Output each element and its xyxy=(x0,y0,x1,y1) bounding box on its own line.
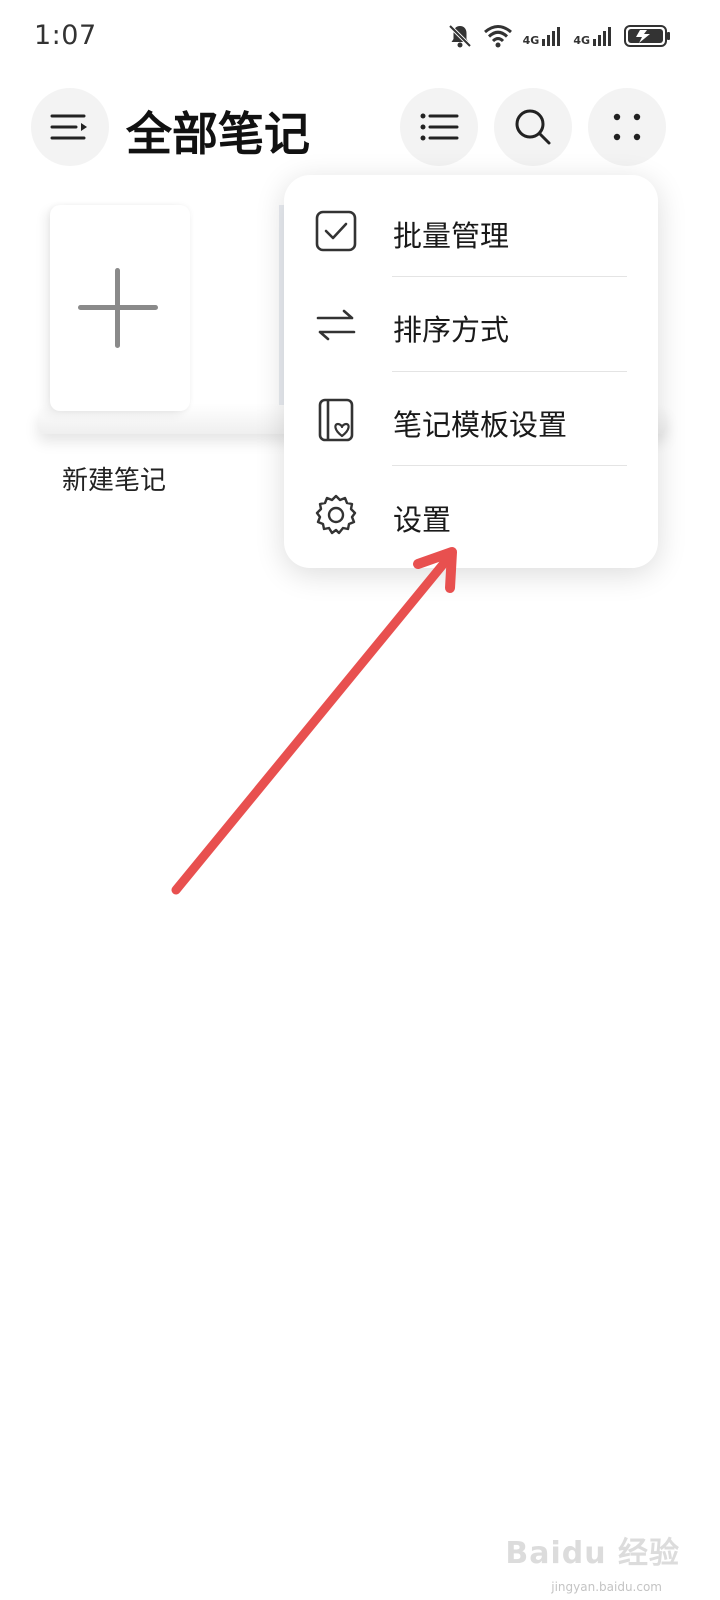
menu-item-batch-manage[interactable]: 批量管理 xyxy=(284,183,658,277)
watermark: Baidu 经验 xyxy=(505,1528,680,1572)
menu-collapse-icon xyxy=(50,114,87,140)
signal-bars-icon xyxy=(542,27,561,46)
signal-2: 4G xyxy=(573,25,614,47)
plus-icon-bar xyxy=(78,305,158,310)
menu-item-label: 设置 xyxy=(393,503,452,537)
wifi-icon xyxy=(483,25,512,48)
notebook-template-icon xyxy=(318,398,354,442)
menu-item-label: 批量管理 xyxy=(393,219,510,253)
gear-icon xyxy=(315,494,357,535)
menu-item-note-template-settings[interactable]: 笔记模板设置 xyxy=(284,372,658,466)
menu-divider xyxy=(392,465,627,466)
menu-item-sort[interactable]: 排序方式 xyxy=(284,277,658,371)
overflow-menu: 批量管理 排序方式 笔记模板设置 设置 xyxy=(284,175,658,568)
page-title: 全部笔记 xyxy=(126,107,310,161)
list-icon xyxy=(420,113,459,141)
more-dots-icon xyxy=(613,113,641,141)
new-note-label: 新建笔记 xyxy=(62,466,167,496)
menu-item-label: 排序方式 xyxy=(393,313,510,347)
sort-arrows-icon xyxy=(316,309,356,341)
watermark-logo: Baidu 经验 xyxy=(505,1536,680,1571)
status-time: 1:07 xyxy=(34,20,97,51)
signal-bars-icon xyxy=(593,27,611,46)
view-mode-button[interactable] xyxy=(400,88,478,166)
network-type-label: 4G xyxy=(573,34,590,47)
menu-item-settings[interactable]: 设置 xyxy=(284,467,658,561)
mute-bell-icon xyxy=(448,24,472,48)
battery-charging-icon xyxy=(624,25,670,47)
network-type-label: 4G xyxy=(522,34,540,47)
more-options-button[interactable] xyxy=(588,88,666,166)
search-button[interactable] xyxy=(494,88,572,166)
menu-item-label: 笔记模板设置 xyxy=(393,408,568,442)
watermark-url: jingyan.baidu.com xyxy=(551,1580,662,1594)
search-icon xyxy=(515,109,551,145)
drawer-menu-button[interactable] xyxy=(31,88,109,166)
checkbox-icon xyxy=(315,210,357,252)
status-icons: 4G 4G xyxy=(447,18,672,54)
signal-1: 4G xyxy=(523,25,564,47)
